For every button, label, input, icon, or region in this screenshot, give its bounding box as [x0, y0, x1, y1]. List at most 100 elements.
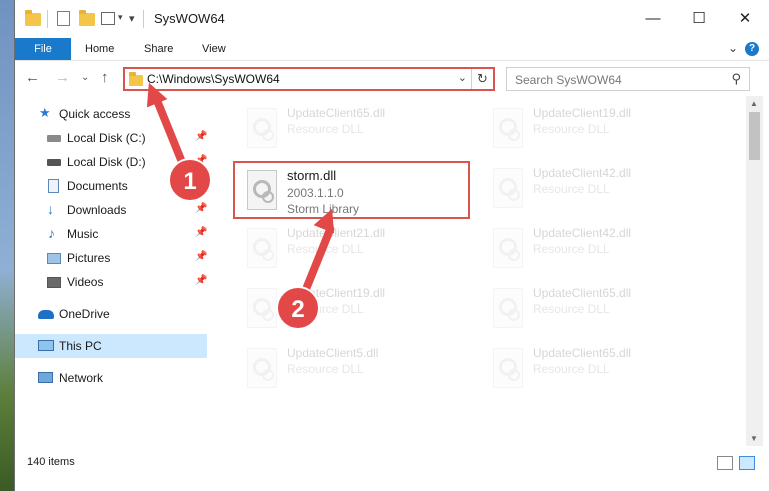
- sidebar-item-this-pc[interactable]: This PC: [15, 334, 207, 358]
- file-list: UpdateClient65.dll Resource DLL storm.dl…: [211, 96, 746, 446]
- pictures-icon: [47, 253, 61, 264]
- expand-ribbon-icon[interactable]: ⌄: [728, 41, 738, 55]
- dll-file-icon: [493, 288, 523, 328]
- sidebar-item-downloads[interactable]: ↓ Downloads 📌: [15, 198, 207, 222]
- file-name: UpdateClient42.dll: [533, 166, 632, 180]
- search-placeholder: Search SysWOW64: [515, 73, 622, 87]
- search-icon[interactable]: ⚲: [731, 71, 741, 87]
- up-button[interactable]: ↑: [101, 69, 109, 86]
- file-item[interactable]: UpdateClient42.dll Resource DLL: [483, 220, 723, 280]
- sidebar-item-pictures[interactable]: Pictures 📌: [15, 246, 207, 270]
- file-description: Resource DLL: [533, 302, 610, 316]
- file-explorer-window: ▾ ▾ SysWOW64 — ☐ ✕ File Home Share View …: [14, 0, 769, 491]
- dll-file-icon: [247, 108, 277, 148]
- address-path[interactable]: C:\Windows\SysWOW64: [147, 72, 280, 86]
- pin-icon[interactable]: 📌: [195, 275, 207, 286]
- file-description: Resource DLL: [287, 122, 364, 136]
- dll-file-icon: [247, 348, 277, 388]
- folder-icon[interactable]: [25, 10, 41, 27]
- status-bar: 140 items: [15, 452, 769, 474]
- maximize-button[interactable]: ☐: [676, 0, 722, 38]
- network-icon: [38, 372, 53, 383]
- sidebar-item-label: Music: [67, 227, 99, 241]
- file-item[interactable]: UpdateClient19.dll Resource DLL: [483, 100, 723, 160]
- customize-toolbar-icon[interactable]: [101, 12, 115, 25]
- file-item[interactable]: UpdateClient65.dll Resource DLL: [483, 340, 723, 400]
- divider: [47, 10, 48, 28]
- vertical-scrollbar[interactable]: ▲ ▼: [746, 96, 763, 446]
- address-bar[interactable]: C:\Windows\SysWOW64 ⌄ ↻: [123, 67, 495, 91]
- details-view-icon[interactable]: [717, 456, 733, 470]
- pin-icon[interactable]: 📌: [195, 227, 207, 238]
- file-description: Resource DLL: [533, 122, 610, 136]
- file-name: UpdateClient65.dll: [287, 106, 386, 120]
- scroll-thumb[interactable]: [749, 112, 760, 160]
- tab-share[interactable]: Share: [144, 38, 173, 60]
- help-icon[interactable]: ?: [745, 42, 759, 56]
- large-icons-view-icon[interactable]: [739, 456, 755, 470]
- pin-icon[interactable]: 📌: [195, 251, 207, 262]
- file-name: UpdateClient19.dll: [533, 106, 632, 120]
- file-item[interactable]: UpdateClient42.dll Resource DLL: [483, 160, 723, 220]
- computer-icon: [38, 340, 54, 351]
- properties-icon[interactable]: [57, 11, 70, 26]
- tab-file[interactable]: File: [15, 38, 71, 60]
- dll-file-icon: [493, 228, 523, 268]
- drive-icon: [47, 135, 61, 142]
- sidebar-item-label: Downloads: [67, 203, 127, 217]
- back-button[interactable]: ←: [25, 69, 40, 86]
- scroll-up-arrow-icon[interactable]: ▲: [750, 99, 758, 108]
- chevron-down-icon[interactable]: ⌄: [458, 71, 467, 84]
- dll-file-icon: [493, 108, 523, 148]
- music-icon: ♪: [48, 225, 55, 241]
- ribbon-tabs: File Home Share View ⌄ ?: [15, 38, 769, 60]
- forward-button[interactable]: →: [55, 69, 70, 86]
- search-input[interactable]: Search SysWOW64 ⚲: [506, 67, 750, 91]
- file-name: UpdateClient65.dll: [533, 346, 632, 360]
- sidebar-item-label: Local Disk (D:): [67, 155, 146, 169]
- refresh-button[interactable]: ↻: [471, 69, 493, 89]
- file-description: Resource DLL: [533, 242, 610, 256]
- file-item[interactable]: UpdateClient65.dll Resource DLL: [483, 280, 723, 340]
- file-description: Resource DLL: [533, 182, 610, 196]
- file-name: UpdateClient42.dll: [533, 226, 632, 240]
- new-folder-icon[interactable]: [79, 10, 95, 27]
- documents-icon: [48, 179, 59, 193]
- sidebar-item-label: Network: [59, 371, 104, 385]
- sidebar-item-network[interactable]: Network: [15, 366, 207, 390]
- recent-locations-button[interactable]: ⌄: [81, 72, 89, 83]
- pin-icon[interactable]: 📌: [195, 203, 207, 214]
- close-button[interactable]: ✕: [722, 0, 768, 38]
- tab-home[interactable]: Home: [85, 38, 114, 60]
- sidebar-item-music[interactable]: ♪ Music 📌: [15, 222, 207, 246]
- sidebar-item-label: Quick access: [59, 107, 131, 121]
- dll-file-icon: [247, 228, 277, 268]
- chevron-down-icon[interactable]: ▾: [118, 12, 123, 23]
- file-item[interactable]: UpdateClient19.dll Resource DLL: [237, 280, 477, 340]
- download-icon: ↓: [47, 201, 54, 217]
- dll-file-icon: [493, 348, 523, 388]
- drive-icon: [47, 159, 61, 166]
- sidebar-item-videos[interactable]: Videos 📌: [15, 270, 207, 294]
- tab-view[interactable]: View: [202, 38, 226, 60]
- sidebar-item-onedrive[interactable]: OneDrive: [15, 302, 207, 326]
- navigation-bar: ← → ⌄ ↑ C:\Windows\SysWOW64 ⌄ ↻ Search S…: [15, 60, 769, 96]
- scroll-down-arrow-icon[interactable]: ▼: [750, 434, 758, 443]
- file-item[interactable]: UpdateClient5.dll Resource DLL: [237, 340, 477, 400]
- sidebar-item-label: Local Disk (C:): [67, 131, 146, 145]
- sidebar-item-label: Documents: [67, 179, 128, 193]
- cloud-icon: [38, 310, 54, 319]
- pin-icon[interactable]: 📌: [195, 131, 207, 142]
- item-count: 140 items: [27, 456, 75, 468]
- videos-icon: [47, 277, 61, 288]
- file-item[interactable]: UpdateClient65.dll Resource DLL: [237, 100, 477, 160]
- quick-access-menu-icon[interactable]: ▾: [129, 12, 135, 25]
- navigation-pane: ★ Quick access Local Disk (C:) 📌 Local D…: [15, 96, 211, 446]
- folder-icon: [129, 72, 143, 86]
- file-item[interactable]: UpdateClient21.dll Resource DLL: [237, 220, 477, 280]
- file-name: UpdateClient65.dll: [533, 286, 632, 300]
- dll-file-icon: [247, 288, 277, 328]
- minimize-button[interactable]: —: [630, 0, 676, 38]
- sidebar-item-quick-access[interactable]: ★ Quick access: [15, 102, 207, 126]
- divider: [143, 10, 144, 28]
